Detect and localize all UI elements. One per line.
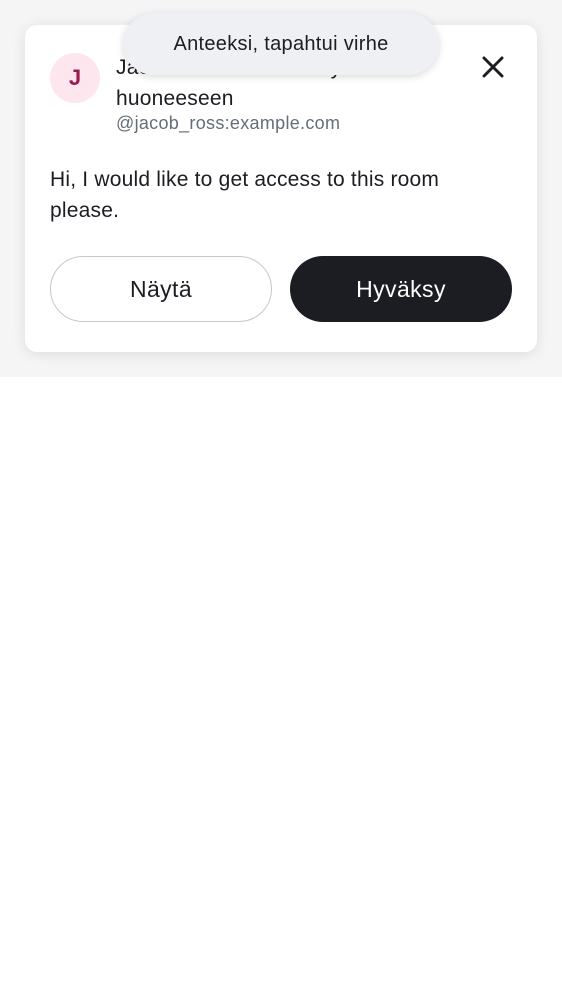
error-toast: Anteeksi, tapahtui virhe <box>123 13 439 75</box>
accept-button[interactable]: Hyväksy <box>290 256 512 322</box>
view-button[interactable]: Näytä <box>50 256 272 322</box>
avatar[interactable]: J <box>50 53 100 103</box>
close-icon <box>482 56 504 78</box>
request-message: Hi, I would like to get access to this r… <box>50 168 440 222</box>
notification-area: J Jacob Ross haluaa liittyä tähän huonee… <box>0 0 562 377</box>
close-button[interactable] <box>477 51 509 83</box>
user-id: @jacob_ross:example.com <box>116 113 341 133</box>
